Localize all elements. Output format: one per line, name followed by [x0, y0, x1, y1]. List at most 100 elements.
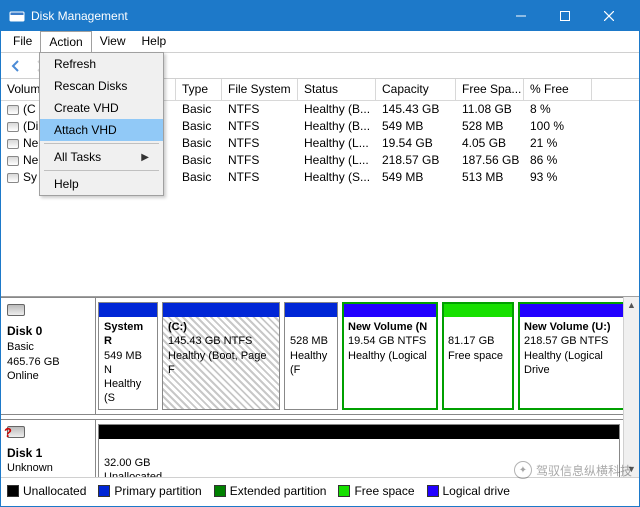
partition[interactable]: New Volume (N19.54 GB NTFSHealthy (Logic… [342, 302, 438, 410]
legend-swatch [214, 485, 226, 497]
scroll-up-button[interactable]: ▲ [624, 297, 639, 313]
partition-header [343, 303, 437, 317]
partition[interactable]: 81.17 GBFree space [442, 302, 514, 410]
column-header[interactable]: Free Spa... [456, 79, 524, 100]
table-cell: 513 MB [456, 169, 524, 186]
legend-item: Unallocated [7, 484, 86, 498]
legend: Unallocated Primary partition Extended par… [1, 477, 639, 503]
partition-body: New Volume (N19.54 GB NTFSHealthy (Logic… [343, 317, 437, 366]
disk-info[interactable]: Disk 0Basic465.76 GBOnline [1, 298, 96, 414]
action-menu-dropdown: RefreshRescan DisksCreate VHDAttach VHD A… [39, 52, 164, 196]
legend-item: Logical drive [427, 484, 510, 498]
table-cell: NTFS [222, 152, 298, 169]
table-cell: 21 % [524, 135, 592, 152]
menu-item-rescan-disks[interactable]: Rescan Disks [40, 75, 163, 97]
partition-body: (C:)145.43 GB NTFSHealthy (Boot, Page F [163, 317, 279, 380]
partition-body: 81.17 GBFree space [443, 317, 513, 366]
legend-item: Extended partition [214, 484, 327, 498]
app-icon [9, 8, 25, 24]
menu-separator [44, 170, 159, 171]
menu-item-refresh[interactable]: Refresh [40, 53, 163, 75]
column-header[interactable]: Status [298, 79, 376, 100]
menu-action[interactable]: Action [40, 31, 91, 52]
legend-swatch [427, 485, 439, 497]
menu-file[interactable]: File [5, 31, 40, 52]
partition-body: New Volume (U:)218.57 GB NTFSHealthy (Lo… [519, 317, 635, 380]
disk-icon [7, 426, 25, 438]
partition[interactable]: 528 MBHealthy (F [284, 302, 338, 410]
table-cell: 8 % [524, 101, 592, 118]
table-cell: Healthy (B... [298, 101, 376, 118]
table-cell: 86 % [524, 152, 592, 169]
partition-header [443, 303, 513, 317]
legend-swatch [7, 485, 19, 497]
disk-row: Disk 0Basic465.76 GBOnlineSystem R549 MB… [1, 297, 639, 415]
disk-info[interactable]: Disk 1Unknown32.00 GBNot Initialized [1, 420, 96, 477]
legend-swatch [338, 485, 350, 497]
table-cell: Basic [176, 152, 222, 169]
table-cell: Healthy (B... [298, 118, 376, 135]
table-cell: NTFS [222, 135, 298, 152]
menubar: File Action View Help RefreshRescan Disk… [1, 31, 639, 53]
table-cell: NTFS [222, 169, 298, 186]
menu-item-attach-vhd[interactable]: Attach VHD [40, 119, 163, 141]
legend-label: Primary partition [114, 484, 201, 498]
column-header[interactable]: Type [176, 79, 222, 100]
table-cell: 549 MB [376, 118, 456, 135]
column-header[interactable]: Capacity [376, 79, 456, 100]
legend-swatch [98, 485, 110, 497]
table-cell: 93 % [524, 169, 592, 186]
menu-item-help[interactable]: Help [40, 173, 163, 195]
menu-item-all-tasks[interactable]: All Tasks▶ [40, 146, 163, 168]
menu-view[interactable]: View [92, 31, 134, 52]
menu-item-create-vhd[interactable]: Create VHD [40, 97, 163, 119]
table-cell: NTFS [222, 118, 298, 135]
watermark-text: 驾驭信息纵横科技 [536, 462, 632, 479]
disk-pane: ▲ ▼ Disk 0Basic465.76 GBOnlineSystem R54… [1, 297, 639, 477]
partition-header [99, 425, 619, 439]
disk-icon [7, 304, 25, 316]
scrollbar[interactable]: ▲ ▼ [623, 297, 639, 477]
table-cell: Basic [176, 135, 222, 152]
table-cell: 11.08 GB [456, 101, 524, 118]
titlebar: Disk Management [1, 1, 639, 31]
submenu-arrow-icon: ▶ [141, 152, 149, 163]
legend-item: Primary partition [98, 484, 201, 498]
watermark: ✦ 驾驭信息纵横科技 [514, 461, 632, 479]
table-cell: 4.05 GB [456, 135, 524, 152]
legend-label: Logical drive [443, 484, 510, 498]
table-cell: 528 MB [456, 118, 524, 135]
table-cell: NTFS [222, 101, 298, 118]
table-cell: Basic [176, 118, 222, 135]
watermark-logo-icon: ✦ [514, 461, 532, 479]
table-cell: Healthy (S... [298, 169, 376, 186]
table-cell: 100 % [524, 118, 592, 135]
partition-header [99, 303, 157, 317]
legend-label: Unallocated [23, 484, 86, 498]
partition-body: System R549 MB NHealthy (S [99, 317, 157, 409]
table-cell: 145.43 GB [376, 101, 456, 118]
partition[interactable]: (C:)145.43 GB NTFSHealthy (Boot, Page F [162, 302, 280, 410]
close-button[interactable] [587, 1, 631, 31]
table-cell: Basic [176, 169, 222, 186]
partition-header [519, 303, 635, 317]
menu-help[interactable]: Help [134, 31, 175, 52]
volume-icon [7, 156, 19, 166]
column-header[interactable]: % Free [524, 79, 592, 100]
back-button[interactable] [5, 55, 27, 77]
table-cell: 187.56 GB [456, 152, 524, 169]
column-header[interactable]: File System [222, 79, 298, 100]
partition[interactable]: New Volume (U:)218.57 GB NTFSHealthy (Lo… [518, 302, 636, 410]
partition[interactable]: System R549 MB NHealthy (S [98, 302, 158, 410]
maximize-button[interactable] [543, 1, 587, 31]
table-cell: 549 MB [376, 169, 456, 186]
minimize-button[interactable] [499, 1, 543, 31]
table-cell: 218.57 GB [376, 152, 456, 169]
table-cell: Healthy (L... [298, 135, 376, 152]
partition-body: 528 MBHealthy (F [285, 317, 337, 380]
legend-item: Free space [338, 484, 414, 498]
partitions: System R549 MB NHealthy (S(C:)145.43 GB … [96, 298, 639, 414]
partition-header [163, 303, 279, 317]
volume-icon [7, 173, 19, 183]
volume-icon [7, 122, 19, 132]
